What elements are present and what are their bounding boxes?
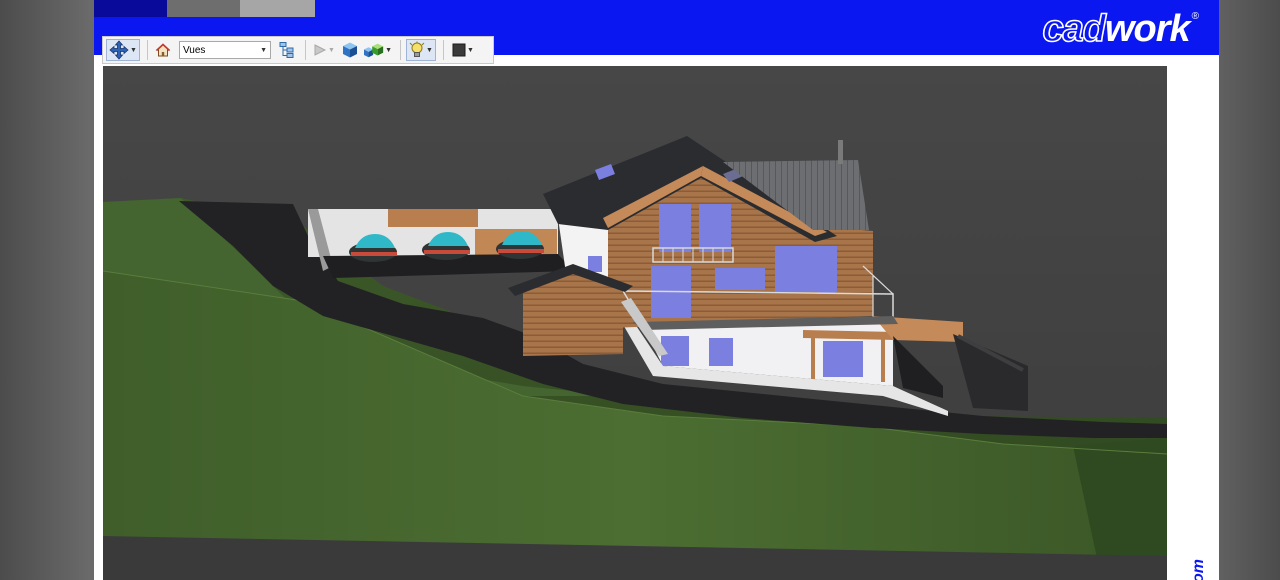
color-button[interactable]: ▼ <box>449 39 477 61</box>
cubes-button[interactable]: ▼ <box>363 39 393 61</box>
3d-viewport[interactable] <box>103 66 1167 580</box>
navigate-button[interactable]: ▼ <box>106 39 140 61</box>
chevron-down-icon[interactable]: ▼ <box>328 47 335 54</box>
chevron-down-icon[interactable]: ▼ <box>130 47 137 54</box>
tab-2[interactable] <box>167 0 240 17</box>
tab-3[interactable] <box>240 0 315 17</box>
views-dropdown[interactable]: Vues ▼ <box>179 41 271 59</box>
play-button[interactable]: ▼ <box>311 39 337 61</box>
side-url-label: om <box>1190 559 1207 580</box>
logo-work: work <box>1104 8 1191 50</box>
toolbar-separator <box>443 40 444 60</box>
cube-button[interactable] <box>339 39 361 61</box>
cubes-icon <box>364 43 384 58</box>
light-bulb-icon <box>409 41 425 57</box>
chevron-down-icon[interactable]: ▼ <box>426 47 433 54</box>
toolbar-separator <box>400 40 401 60</box>
chevron-down-icon[interactable]: ▼ <box>385 47 392 54</box>
tab-1[interactable] <box>94 0 167 17</box>
side-url-text: om <box>1188 555 1208 580</box>
logo-registered: ® <box>1191 11 1199 22</box>
play-icon <box>314 44 327 56</box>
home-button[interactable] <box>153 39 173 61</box>
move-arrows-icon <box>109 40 129 60</box>
cube-icon <box>343 42 357 58</box>
tree-structure-button[interactable] <box>276 39 298 61</box>
cadwork-logo: cad work ® <box>1042 7 1199 52</box>
chevron-down-icon[interactable]: ▼ <box>467 47 474 54</box>
toolbar-separator <box>147 40 148 60</box>
chevron-down-icon: ▼ <box>260 46 267 54</box>
tab-strip <box>94 0 315 17</box>
light-button[interactable]: ▼ <box>406 39 436 61</box>
views-dropdown-value: Vues <box>183 44 206 56</box>
toolbar-separator <box>305 40 306 60</box>
house-model-render <box>103 66 1167 580</box>
logo-cad: cad <box>1042 7 1107 51</box>
color-square-icon <box>452 43 466 57</box>
toolbar: ▼ Vues ▼ ▼ ▼ ▼ ▼ <box>102 36 494 64</box>
app-window: cad work ® ▼ Vues ▼ ▼ ▼ ▼ ▼ om <box>94 0 1219 580</box>
tree-structure-icon <box>279 42 294 58</box>
home-icon <box>155 43 171 57</box>
